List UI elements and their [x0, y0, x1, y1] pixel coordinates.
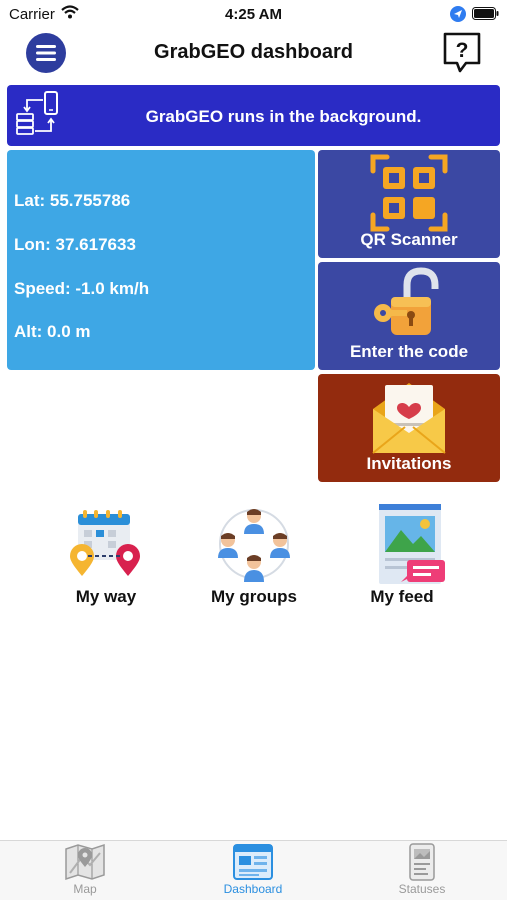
- latitude-value: Lat: 55.755786: [14, 191, 131, 210]
- statuses-icon: [409, 843, 435, 881]
- feed-post-icon: [379, 504, 445, 584]
- padlock-key-icon: [374, 267, 439, 335]
- tab-statuses-label: Statuses: [398, 882, 446, 896]
- invitations-button[interactable]: Invitations: [318, 374, 500, 482]
- help-button[interactable]: ?: [440, 30, 484, 74]
- qr-scanner-button[interactable]: QR Scanner: [318, 150, 500, 258]
- route-calendar-icon: [70, 510, 140, 576]
- status-bar: Carrier 4:25 AM: [0, 0, 507, 28]
- tab-dashboard-label: Dashboard: [223, 882, 283, 896]
- tab-map[interactable]: Map: [25, 843, 145, 896]
- envelope-heart-icon: [372, 383, 446, 454]
- page-title: GrabGEO dashboard: [154, 41, 353, 63]
- location-services-icon: [450, 6, 466, 26]
- dashboard-icon: [233, 844, 273, 880]
- tab-bar: Map Dashboard Statuses: [0, 840, 507, 900]
- altitude-value: Alt: 0.0 m: [14, 322, 91, 341]
- nav-bar: GrabGEO dashboard ?: [0, 28, 507, 80]
- help-question-icon: ?: [443, 32, 481, 73]
- tab-map-label: Map: [73, 882, 97, 896]
- my-way-button[interactable]: My way: [41, 504, 171, 607]
- my-feed-label: My feed: [370, 587, 434, 606]
- longitude-value: Lon: 37.617633: [14, 235, 136, 254]
- clock: 4:25 AM: [225, 6, 282, 23]
- map-icon: [65, 843, 105, 881]
- tab-statuses[interactable]: Statuses: [362, 843, 482, 896]
- my-way-label: My way: [75, 587, 137, 606]
- invitations-label: Invitations: [366, 454, 452, 473]
- qr-scanner-label: QR Scanner: [360, 230, 458, 249]
- people-group-icon: [218, 509, 290, 582]
- device-sync-icon: [16, 91, 58, 135]
- location-info-card: Lat: 55.755786 Lon: 37.617633 Speed: -1.…: [7, 150, 315, 370]
- battery-icon: [472, 7, 499, 24]
- tab-dashboard[interactable]: Dashboard: [193, 843, 313, 896]
- enter-code-label: Enter the code: [349, 342, 469, 361]
- svg-text:?: ?: [456, 39, 469, 62]
- banner-text: GrabGEO runs in the background.: [145, 107, 422, 126]
- speed-value: Speed: -1.0 km/h: [14, 279, 150, 298]
- enter-code-button[interactable]: Enter the code: [318, 262, 500, 370]
- my-groups-button[interactable]: My groups: [189, 504, 319, 607]
- qr-code-icon: [370, 154, 448, 232]
- my-feed-button[interactable]: My feed: [337, 504, 467, 607]
- background-mode-banner[interactable]: GrabGEO runs in the background.: [7, 85, 500, 146]
- my-groups-label: My groups: [211, 587, 297, 606]
